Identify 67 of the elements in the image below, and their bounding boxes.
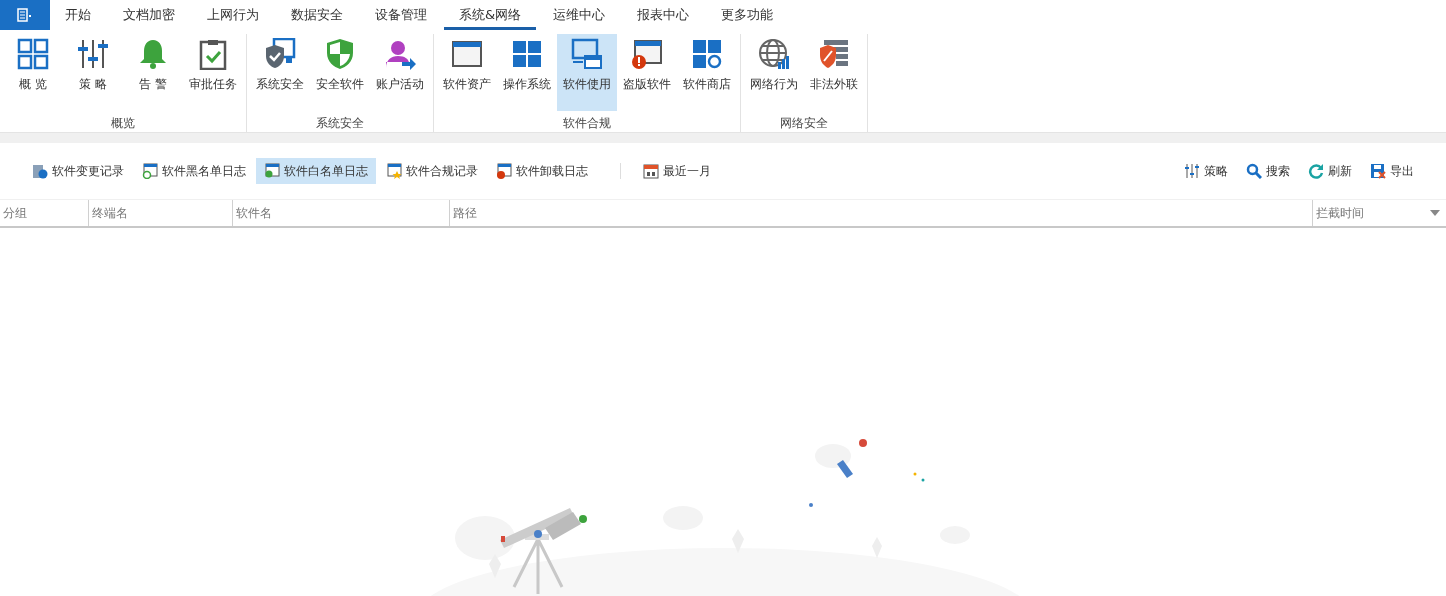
dropdown-caret-icon[interactable] [1430,210,1440,216]
window-warning-icon [496,163,512,179]
save-export-icon [1370,163,1386,179]
group-label: 概览 [110,115,136,132]
search-icon [1246,163,1262,179]
log-view-button[interactable]: 软件卸载日志 [488,158,596,184]
group-label: 软件合规 [562,115,612,132]
column-header: 拦截时间 [1316,204,1364,222]
column-header: 终端名 [92,204,128,222]
shield-monitor-icon [264,38,296,70]
store-tiles-icon [691,38,723,70]
menu-tab[interactable]: 运维中心 [538,0,621,30]
toolbar-action[interactable]: 策略 [1176,158,1236,184]
ribbon-button[interactable]: 网络行为 [744,34,804,111]
column-header: 路径 [453,204,477,222]
user-arrow-icon [384,38,416,70]
menu-icon [17,8,33,22]
log-view-button[interactable]: 软件变更记录 [24,158,132,184]
monitor-window-icon [571,38,603,70]
windows-icon [511,38,543,70]
window-icon [451,38,483,70]
toolbar-action[interactable]: 导出 [1362,158,1422,184]
ribbon-button[interactable]: 策 略 [63,34,123,111]
ribbon-button[interactable]: 系统安全 [250,34,310,111]
ribbon-button[interactable]: 非法外联 [804,34,864,111]
app-menu-button[interactable] [0,0,50,30]
grid-icon [17,38,49,70]
window-block-icon [142,163,158,179]
menu-tab[interactable]: 上网行为 [192,0,274,30]
ribbon-button[interactable]: 安全软件 [310,34,370,111]
menu-tab[interactable]: 更多功能 [706,0,789,30]
pages-icon [32,163,48,179]
toolbar-action[interactable]: 刷新 [1300,158,1360,184]
ribbon-button[interactable]: 软件使用 [557,34,617,111]
ribbon-button[interactable]: 告 警 [123,34,183,111]
firewall-icon [818,38,850,70]
shield-icon [324,38,356,70]
log-view-button[interactable]: 软件合规记录 [378,158,486,184]
menu-tab[interactable]: 设备管理 [360,0,442,30]
menu-tab[interactable]: 文档加密 [108,0,190,30]
globe-icon [758,38,790,70]
menu-tab[interactable]: 报表中心 [622,0,705,30]
calendar-icon [643,163,659,179]
log-view-button[interactable]: 软件黑名单日志 [134,158,254,184]
ribbon-button[interactable]: 盗版软件 [617,34,677,111]
menu-tab[interactable]: 数据安全 [276,0,358,30]
sliders-icon [77,38,109,70]
menu-tab[interactable]: 开始 [50,0,106,30]
ribbon-button[interactable]: 审批任务 [183,34,243,111]
group-label: 系统安全 [315,115,365,132]
column-header: 软件名 [236,204,272,222]
window-badge-icon [264,163,280,179]
date-range-button[interactable]: 最近一月 [635,158,719,184]
ribbon-button[interactable]: 软件商店 [677,34,737,111]
group-label: 网络安全 [779,115,829,132]
menu-tab[interactable]: 系统&网络 [444,0,537,30]
refresh-icon [1308,163,1324,179]
clipboard-check-icon [197,38,229,70]
ribbon-button[interactable]: 账户活动 [370,34,430,111]
log-view-button[interactable]: 软件白名单日志 [256,158,376,184]
ribbon-button[interactable]: 概 览 [3,34,63,111]
window-warning-icon [631,38,663,70]
column-header: 分组 [3,204,27,222]
sliders-icon [1184,163,1200,179]
toolbar-action[interactable]: 搜索 [1238,158,1298,184]
ribbon-button[interactable]: 软件资产 [437,34,497,111]
ribbon-button[interactable]: 操作系统 [497,34,557,111]
